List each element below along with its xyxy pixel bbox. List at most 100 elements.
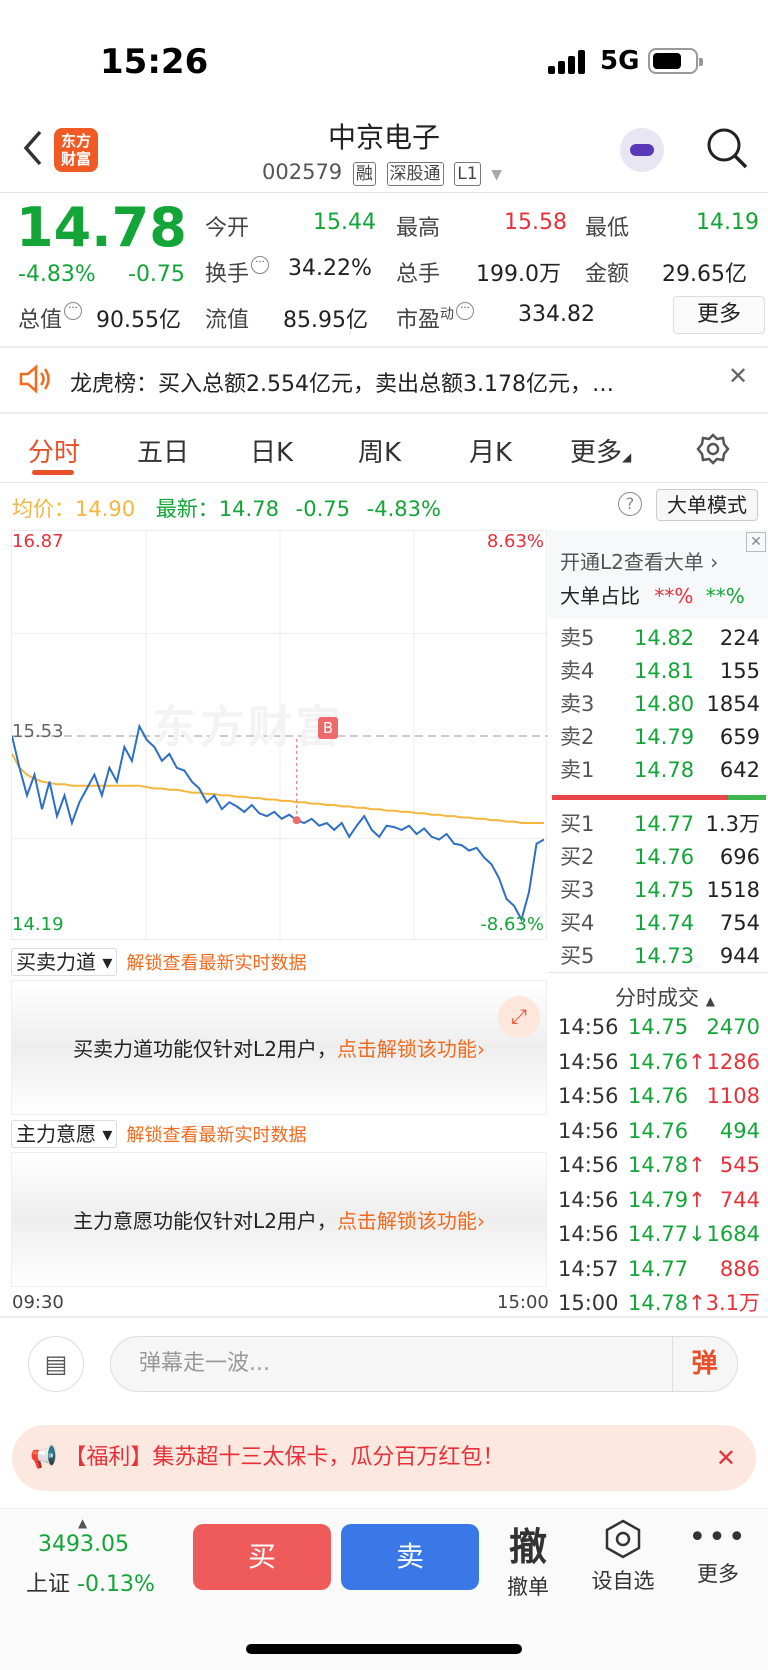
change-amount: -0.75 [128,262,185,287]
tab-intraday[interactable]: 分时 [28,432,80,469]
watchlist-hex-icon [605,1519,641,1559]
tag-margin: 融 [352,162,376,186]
tick-row: 14:56 14.76 1108 [558,1084,760,1108]
search-icon[interactable] [705,126,749,170]
info-dots-icon[interactable]: ··· [64,302,83,320]
big-order-mode-button[interactable]: 大单模式 [656,489,758,521]
last-price: 14.78 [16,196,187,259]
promo-text: 【福利】集苏超十三太保卡，瓜分百万红包！ [64,1445,505,1470]
tick-row: 14:56 14.76↑ 1286 [558,1049,760,1074]
tab-monthly[interactable]: 月K [469,432,512,469]
tick-row: 14:56 14.76 494 [558,1118,760,1143]
sell-button[interactable]: 卖 [341,1524,479,1590]
help-icon[interactable]: ? [618,492,642,516]
force-dropdown[interactable]: 买卖力道 ▾ [11,948,118,976]
bid-row: 买3 14.75 1518 [560,878,760,902]
divider [0,346,768,348]
bid-row: 买5 14.73 944 [560,944,760,968]
add-watchlist-button[interactable]: 设自选 [583,1518,663,1595]
ticks-title[interactable]: 分时成交 ▲ [615,982,715,1012]
volume-value: 199.0万 [476,262,561,287]
danmu-input[interactable]: 弹幕走一波... [110,1336,738,1392]
x-label-start: 09:30 [12,1292,64,1313]
home-indicator [246,1644,522,1654]
intent-dropdown[interactable]: 主力意愿 ▾ [11,1120,118,1148]
chevron-down-icon: ▼ [491,167,502,183]
info-dots-icon[interactable]: ··· [456,302,475,320]
tag-connect: 深股通 [386,162,444,186]
pe-value: 334.82 [518,302,595,327]
intent-panel: 主力意愿功能仅针对L2用户，点击解锁该功能› [11,1152,547,1287]
bid-row: 买4 14.74 754 [560,911,760,935]
market-cap-value: 90.55亿 [96,308,181,333]
tab-five-day[interactable]: 五日 [137,432,189,469]
ask-row: 卖4 14.81 155 [560,659,760,683]
more-quote-button[interactable]: 更多 [673,296,765,334]
info-dots-icon[interactable]: ··· [251,256,270,274]
tick-row: 14:56 14.77↓ 1684 [558,1222,760,1246]
high-value: 15.58 [504,210,567,235]
stock-code-row[interactable]: 002579 融 深股通 L1 ▼ [262,160,502,186]
l2-promo-text: 开通L2查看大单 [560,550,704,574]
tab-daily[interactable]: 日K [250,432,293,469]
ask-row: 卖5 14.82 224 [560,626,760,650]
tick-row: 15:00 14.78↑ 3.1万 [558,1291,760,1315]
cancel-order-button[interactable]: 撤 撤单 [488,1516,568,1601]
price-series-line [11,723,545,923]
danmu-toggle-button[interactable]: 弹 [672,1337,736,1391]
intraday-chart[interactable]: 16.87 15.53 14.19 8.63% -8.63% 东方财富 B [11,530,548,941]
low-label: 最低 [585,216,630,241]
tab-more[interactable]: 更多◢ [570,432,631,469]
x-label-end: 15:00 [497,1292,549,1313]
avg-series-line [11,753,544,824]
dragon-tiger-banner[interactable]: 龙虎榜：买入总额2.554亿元，卖出总额3.178亿元，… [70,366,690,398]
high-label: 最高 [396,216,441,241]
force-panel: 买卖力道功能仅针对L2用户，点击解锁该功能› [11,980,547,1115]
avg-latest-bar: 均价：14.90 最新：14.78 -0.75 -4.83% [12,497,441,521]
intent-panel-link[interactable]: 点击解锁该功能 [337,1209,477,1233]
big-order-ratio-label: 大单占比 [560,584,640,608]
close-icon[interactable]: ✕ [728,362,748,390]
marker-point [292,816,301,825]
promo-banner[interactable]: 📢 【福利】集苏超十三太保卡，瓜分百万红包！ ✕ [12,1425,756,1491]
speaker-icon [19,364,50,394]
more-dots-icon: ••• [688,1520,748,1555]
more-menu-button[interactable]: ••• 更多 [678,1518,758,1588]
bid-row: 买2 14.76 696 [560,845,760,869]
turnover-value: 34.22% [288,256,372,281]
close-icon[interactable]: ✕ [746,532,766,552]
tag-level: L1 [454,162,481,186]
force-panel-text: 买卖力道功能仅针对L2用户， [73,1037,337,1061]
force-panel-link[interactable]: 点击解锁该功能 [337,1037,477,1061]
tab-weekly[interactable]: 周K [358,432,401,469]
index-row[interactable]: 上证 -0.13% [26,1566,155,1598]
watermark: 东方财富 [152,702,344,753]
caret-up-icon: ▲ [78,1516,88,1530]
buy-marker[interactable]: B [318,717,338,739]
market-cap-label: 总值 ··· [18,302,84,334]
close-icon[interactable]: ✕ [716,1425,736,1491]
change-percent: -4.83% [18,262,96,287]
expand-icon[interactable]: ⤢ [498,996,540,1038]
bid-row: 买1 14.77 1.3万 [560,812,760,836]
ratio-bar-green [728,795,766,800]
assistant-robot-icon[interactable] [620,128,664,172]
tick-row: 14:57 14.77 886 [558,1256,760,1281]
intent-panel-text: 主力意愿功能仅针对L2用户， [73,1209,337,1233]
intent-unlock-link[interactable]: 解锁查看最新实时数据 [127,1125,307,1146]
buy-button[interactable]: 买 [193,1524,331,1590]
danmu-settings-icon[interactable]: ▤ [28,1336,84,1392]
pe-label: 市盈动 ··· [396,302,476,334]
divider [548,972,768,973]
divider [0,482,768,483]
index-value[interactable]: 3493.05 [38,1532,129,1557]
signal-icon [548,50,592,74]
force-unlock-link[interactable]: 解锁查看最新实时数据 [127,953,307,974]
divider [0,1316,768,1318]
intent-panel-header: 主力意愿 ▾ 解锁查看最新实时数据 [11,1118,307,1148]
ask-row: 卖1 14.78 642 [560,758,760,782]
float-cap-label: 流值 [205,308,250,333]
l2-promo-box[interactable]: 开通L2查看大单 › 大单占比 **% **% ✕ [548,530,768,618]
megaphone-icon: 📢 [30,1445,58,1470]
settings-gear-icon[interactable] [696,432,730,466]
